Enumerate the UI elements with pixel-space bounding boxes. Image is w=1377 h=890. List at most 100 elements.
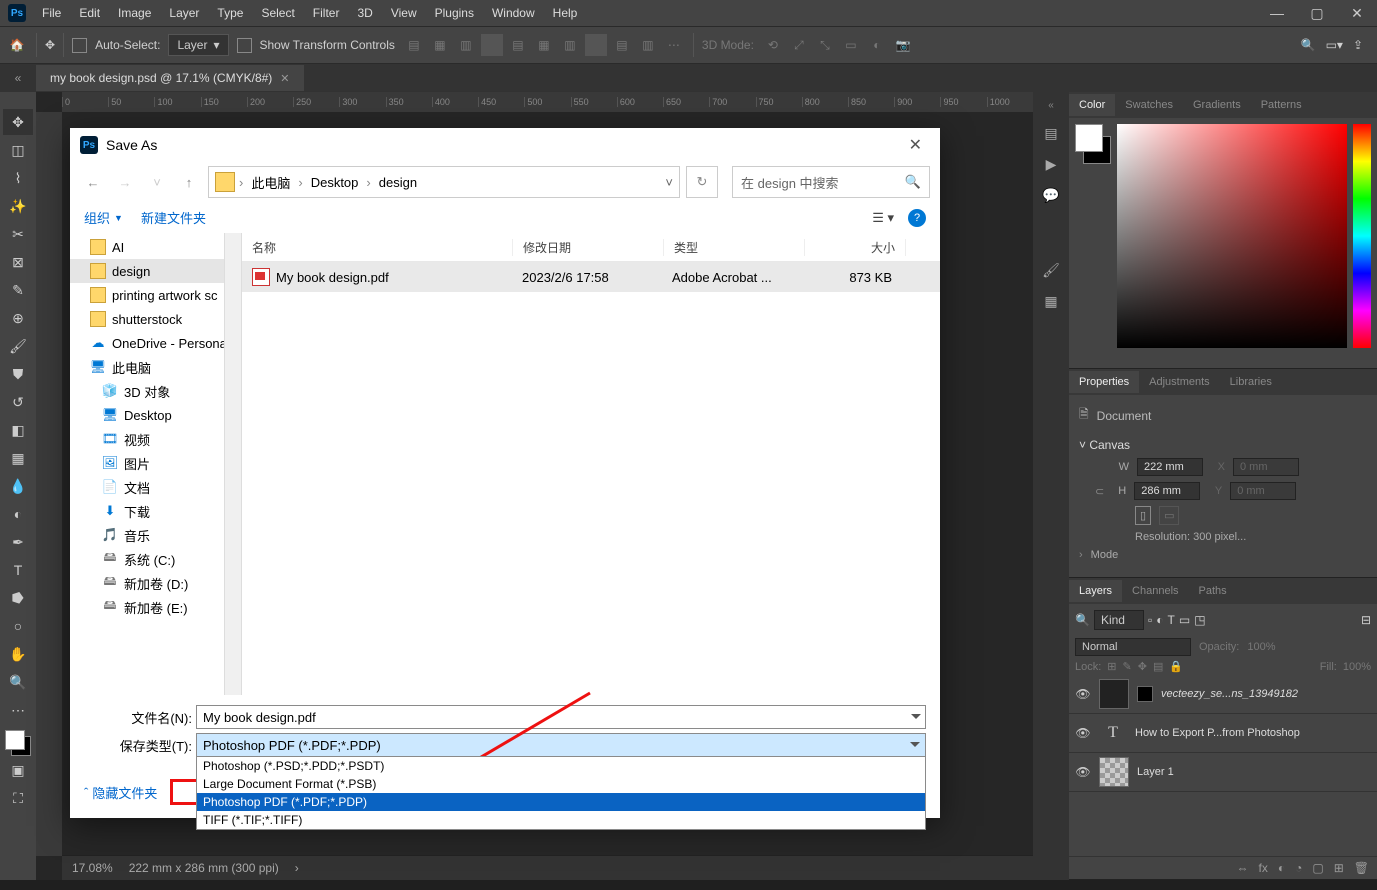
menu-filter[interactable]: Filter	[305, 2, 348, 24]
opacity-value[interactable]: 100%	[1247, 641, 1275, 653]
gradient-tool[interactable]: ▦	[3, 445, 33, 471]
tab-patterns[interactable]: Patterns	[1251, 94, 1312, 116]
tab-libraries[interactable]: Libraries	[1220, 371, 1282, 393]
filetype-options[interactable]: Photoshop (*.PSD;*.PDD;*.PSDT)Large Docu…	[196, 756, 926, 830]
tree-item[interactable]: ☁OneDrive - Personal	[70, 331, 242, 355]
brush-settings-icon[interactable]: 🖌	[1042, 262, 1060, 279]
breadcrumb-item[interactable]: Desktop	[307, 175, 363, 190]
height-input[interactable]: 286 mm	[1134, 482, 1200, 500]
mode-section[interactable]: Mode	[1091, 549, 1119, 561]
tree-item[interactable]: 🖥此电脑	[70, 355, 242, 379]
fx-icon[interactable]: fx	[1259, 861, 1268, 875]
tab-channels[interactable]: Channels	[1122, 580, 1188, 602]
tree-item[interactable]: AI	[70, 235, 242, 259]
align-icon[interactable]: ▤	[507, 34, 529, 56]
tab-color[interactable]: Color	[1069, 94, 1115, 116]
refresh-icon[interactable]: ↻	[686, 166, 718, 198]
breadcrumb[interactable]: › 此电脑› Desktop› design ˅	[208, 166, 680, 198]
frame-tool[interactable]: ⊠	[3, 249, 33, 275]
path-tool[interactable]: ⭓	[3, 585, 33, 611]
menu-type[interactable]: Type	[209, 2, 251, 24]
file-row[interactable]: My book design.pdf2023/2/6 17:58Adobe Ac…	[242, 262, 940, 292]
crop-tool[interactable]: ✂	[3, 221, 33, 247]
menu-select[interactable]: Select	[253, 2, 302, 24]
align-icon[interactable]: ▤	[611, 34, 633, 56]
filter-toggle[interactable]: ⊟	[1361, 613, 1371, 627]
col-type[interactable]: 类型	[664, 239, 805, 256]
tab-layers[interactable]: Layers	[1069, 580, 1122, 602]
wand-tool[interactable]: ✨	[3, 193, 33, 219]
menu-image[interactable]: Image	[110, 2, 159, 24]
type-tool[interactable]: T	[3, 557, 33, 583]
back-icon[interactable]: ←	[80, 169, 106, 195]
file-list[interactable]: 名称 修改日期 类型 大小 My book design.pdf2023/2/6…	[242, 233, 940, 695]
tree-item[interactable]: ⬇下载	[70, 499, 242, 523]
layer-filter[interactable]: Kind	[1094, 610, 1144, 630]
help-icon[interactable]: ?	[908, 209, 926, 227]
heal-tool[interactable]: ⊕	[3, 305, 33, 331]
dialog-titlebar[interactable]: Ps Save As ✕	[70, 128, 940, 162]
adjustment-icon[interactable]: ◔	[1295, 861, 1302, 875]
collapse-icon[interactable]: «	[0, 71, 36, 85]
screenmode-tool[interactable]: ⛶	[3, 785, 33, 811]
link-layers-icon[interactable]: ⇔	[1237, 861, 1249, 875]
menu-view[interactable]: View	[383, 2, 425, 24]
workspace-icon[interactable]: ▭▾	[1326, 38, 1343, 52]
tree-item[interactable]: printing artwork sc	[70, 283, 242, 307]
comment-icon[interactable]: 💬	[1042, 187, 1059, 204]
share-icon[interactable]: ⇪	[1353, 38, 1363, 52]
hue-slider[interactable]	[1353, 124, 1371, 348]
filter-type-icon[interactable]: ◐	[1156, 613, 1163, 627]
visibility-icon[interactable]: 👁	[1075, 726, 1091, 740]
main-menu[interactable]: FileEditImageLayerTypeSelectFilter3DView…	[34, 2, 585, 24]
new-folder-button[interactable]: 新建文件夹	[141, 208, 206, 227]
folder-tree[interactable]: AIdesignprinting artwork scshutterstock☁…	[70, 233, 242, 695]
breadcrumb-item[interactable]: 此电脑	[247, 173, 294, 192]
home-icon[interactable]: 🏠	[6, 34, 28, 56]
more-tools[interactable]: ⋯	[3, 697, 33, 723]
history-icon[interactable]: ▤	[1044, 125, 1057, 142]
mask-icon[interactable]: ◐	[1278, 861, 1285, 875]
shape-tool[interactable]: ○	[3, 613, 33, 639]
recent-icon[interactable]: ˅	[144, 169, 170, 195]
color-picker[interactable]	[1069, 118, 1377, 368]
col-date[interactable]: 修改日期	[513, 239, 664, 256]
marquee-tool[interactable]: ◫	[3, 137, 33, 163]
visibility-icon[interactable]: 👁	[1075, 765, 1091, 779]
tree-item[interactable]: 🖼图片	[70, 451, 242, 475]
filter-type-icon[interactable]: ▭	[1179, 613, 1190, 627]
tree-item[interactable]: 🖴系统 (C:)	[70, 547, 242, 571]
move-tool[interactable]: ✥	[3, 109, 33, 135]
forward-icon[interactable]: →	[112, 169, 138, 195]
align-icon[interactable]: ▥	[559, 34, 581, 56]
color-panel-tabs[interactable]: ColorSwatchesGradientsPatterns	[1069, 92, 1377, 118]
quickmask-tool[interactable]: ▣	[3, 757, 33, 783]
layer-name[interactable]: vecteezy_se...ns_13949182	[1161, 688, 1371, 700]
menu-layer[interactable]: Layer	[161, 2, 207, 24]
tab-gradients[interactable]: Gradients	[1183, 94, 1251, 116]
zoom-tool[interactable]: 🔍	[3, 669, 33, 695]
layers-panel-tabs[interactable]: LayersChannelsPaths	[1069, 578, 1377, 604]
move-icon[interactable]: ✥	[45, 38, 55, 52]
filename-input[interactable]: My book design.pdf	[196, 705, 926, 729]
toolbox[interactable]: ✥ ◫ ⌇ ✨ ✂ ⊠ ✎ ⊕ 🖌 ⛊ ↺ ◧ ▦ 💧 ◐ ✒ T ⭓ ○ ✋ …	[0, 92, 36, 880]
portrait-icon[interactable]: ▯	[1135, 506, 1151, 525]
auto-select-target[interactable]: Layer▾	[168, 34, 228, 56]
show-transform-checkbox[interactable]	[237, 38, 252, 53]
align-icon[interactable]: ▥	[637, 34, 659, 56]
delete-icon[interactable]: 🗑	[1354, 861, 1369, 875]
breadcrumb-item[interactable]: design	[375, 175, 421, 190]
landscape-icon[interactable]: ▭	[1159, 506, 1179, 525]
col-size[interactable]: 大小	[805, 239, 906, 256]
menu-window[interactable]: Window	[484, 2, 543, 24]
filter-type-icon[interactable]: T	[1168, 613, 1175, 627]
brush-tool[interactable]: 🖌	[3, 333, 33, 359]
align-icon[interactable]: ▤	[403, 34, 425, 56]
lasso-tool[interactable]: ⌇	[3, 165, 33, 191]
filter-icon[interactable]: 🔍	[1075, 613, 1090, 627]
tree-item[interactable]: 🎞视频	[70, 427, 242, 451]
tree-item[interactable]: 🖴新加卷 (D:)	[70, 571, 242, 595]
color-swatch[interactable]	[5, 730, 31, 756]
menu-edit[interactable]: Edit	[71, 2, 108, 24]
align-icon[interactable]: ▥	[455, 34, 477, 56]
